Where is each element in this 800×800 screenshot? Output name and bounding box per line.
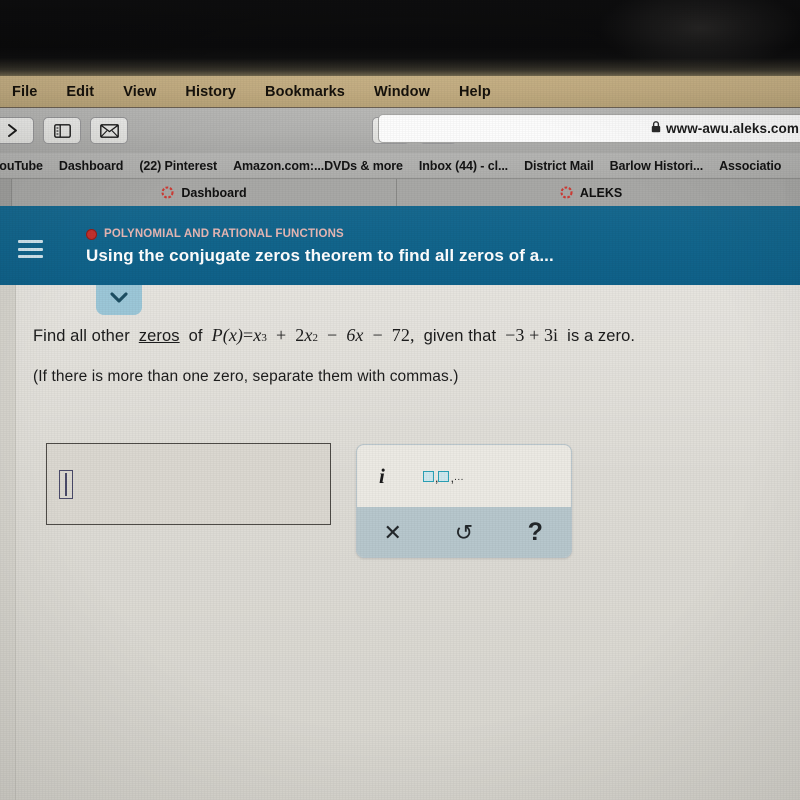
- question-mid: of: [188, 327, 203, 345]
- monitor-bezel: [0, 0, 800, 76]
- content-left-strip: [0, 285, 16, 800]
- term4: 72,: [391, 325, 415, 345]
- topic-row: POLYNOMIAL AND RATIONAL FUNCTIONS: [86, 228, 344, 240]
- tab-label-aleks: ALEKS: [579, 185, 623, 200]
- bookmark-pinterest[interactable]: (22) Pinterest: [139, 159, 217, 173]
- tab-overflow-edge[interactable]: [0, 179, 12, 206]
- red-circle-icon: [86, 228, 97, 240]
- menu-item-bookmarks[interactable]: Bookmarks: [265, 84, 345, 100]
- envelope-icon: [99, 123, 119, 138]
- lock-icon: [651, 120, 661, 138]
- tab-strip: Dashboard ALEKS: [0, 179, 800, 206]
- menu-item-help[interactable]: Help: [459, 84, 491, 100]
- bookmark-association[interactable]: Associatio: [719, 159, 781, 173]
- hamburger-bar: [18, 240, 43, 243]
- chevron-down-icon: [109, 291, 129, 309]
- equals-sign: =: [243, 325, 254, 345]
- forward-button[interactable]: [0, 117, 34, 144]
- tab-aleks[interactable]: ALEKS: [397, 179, 785, 206]
- bookmark-youtube[interactable]: YouTube: [0, 159, 43, 173]
- term3: 6x: [346, 325, 364, 345]
- hamburger-bar: [18, 247, 43, 251]
- aleks-logo-icon: [161, 186, 174, 199]
- url-text: www-awu.aleks.com: [666, 121, 799, 136]
- undo-icon: ↺: [454, 519, 474, 545]
- menu-item-view[interactable]: View: [123, 84, 156, 100]
- menu-item-history[interactable]: History: [185, 84, 236, 100]
- collapse-panel-tab[interactable]: [96, 285, 142, 315]
- zeros-glossary-link[interactable]: zeros: [139, 327, 180, 346]
- term2-exponent: 2: [312, 332, 319, 344]
- keypad-help-button[interactable]: ?: [500, 507, 571, 557]
- hamburger-bar: [18, 255, 43, 258]
- keypad-list-ellipsis: ...: [454, 471, 464, 483]
- keypad-clear-button[interactable]: ✕: [357, 507, 428, 557]
- answer-input[interactable]: [46, 443, 331, 525]
- menu-item-file[interactable]: File: [12, 84, 37, 100]
- minus-sign-2: −: [372, 325, 383, 345]
- question-line-2: (If there is more than one zero, separat…: [33, 368, 459, 385]
- polynomial-p-of-x: P(x): [211, 325, 243, 345]
- sidebar-panel-icon: [53, 123, 71, 138]
- placeholder-box-icon: [422, 470, 434, 482]
- bookmark-amazon[interactable]: Amazon.com:...DVDs & more: [233, 159, 403, 173]
- math-cursor-placeholder-icon: [59, 469, 73, 499]
- screenshot-root: File Edit View History Bookmarks Window …: [0, 0, 800, 800]
- term2-coefficient: 2: [295, 325, 305, 345]
- mail-button[interactable]: [90, 117, 128, 144]
- bookmark-barlow-history[interactable]: Barlow Histori...: [610, 159, 704, 173]
- term1-base: x: [253, 325, 262, 345]
- plus-sign-1: +: [275, 325, 287, 345]
- term2-base: x: [304, 325, 313, 345]
- bookmark-inbox[interactable]: Inbox (44) - cl...: [419, 159, 508, 173]
- aleks-logo-icon: [560, 186, 573, 199]
- bookmark-district-mail[interactable]: District Mail: [524, 159, 594, 173]
- menu-item-edit[interactable]: Edit: [66, 84, 94, 100]
- macos-menu-bar[interactable]: File Edit View History Bookmarks Window …: [0, 76, 800, 108]
- tab-label-dashboard: Dashboard: [181, 185, 247, 200]
- question-line-1: Find all other zeros of P(x) = x 3 +2 x 2−6x −72, g…: [33, 325, 635, 346]
- minus-sign-1: −: [327, 325, 338, 345]
- bookmarks-bar: YouTube Dashboard (22) Pinterest Amazon.…: [0, 153, 800, 179]
- topic-label: POLYNOMIAL AND RATIONAL FUNCTIONS: [104, 228, 344, 240]
- question-prefix: Find all other: [33, 327, 130, 345]
- sidebar-button[interactable]: [43, 117, 81, 144]
- help-icon: ?: [527, 518, 543, 546]
- given-that-text: given that: [423, 327, 497, 345]
- close-icon: ✕: [383, 519, 402, 545]
- keypad-imaginary-unit-button[interactable]: i: [379, 464, 385, 489]
- chevron-right-icon: [6, 123, 19, 138]
- keypad-undo-button[interactable]: ↺: [428, 507, 499, 557]
- question-suffix: is a zero.: [567, 327, 636, 345]
- hamburger-menu-icon[interactable]: [18, 240, 43, 258]
- keypad-comma-list-button[interactable]: ,,...: [422, 470, 464, 484]
- lesson-title: Using the conjugate zeros theorem to fin…: [86, 246, 554, 265]
- tab-dashboard[interactable]: Dashboard: [12, 179, 397, 206]
- math-keypad: i ,,... ✕ ↺ ?: [356, 444, 572, 558]
- given-zero-value: −3 + 3i: [505, 325, 559, 345]
- keypad-action-row: ✕ ↺ ?: [357, 507, 571, 557]
- bookmark-dashboard[interactable]: Dashboard: [59, 159, 123, 173]
- placeholder-box-icon: [438, 470, 450, 482]
- menu-item-window[interactable]: Window: [374, 84, 430, 100]
- screen-glare: [0, 58, 800, 76]
- address-bar[interactable]: www-awu.aleks.com: [378, 114, 800, 143]
- term1-exponent: 3: [261, 332, 267, 344]
- keypad-symbol-row: i ,,...: [357, 445, 571, 507]
